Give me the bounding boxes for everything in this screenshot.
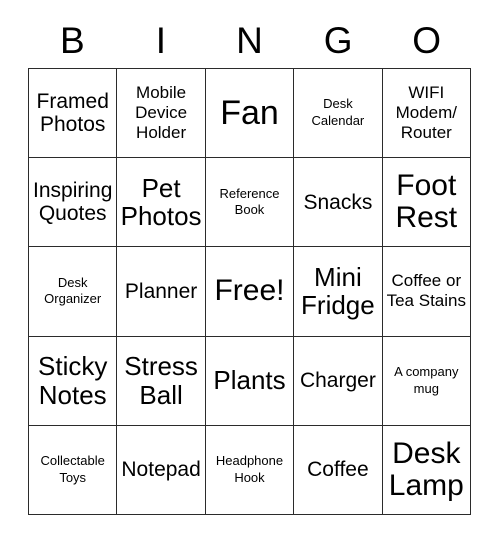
bingo-free-space-cell[interactable]: Free! bbox=[205, 247, 295, 337]
bingo-cell-label: Framed Photos bbox=[36, 89, 109, 137]
bingo-header-letter-i: I bbox=[155, 19, 167, 61]
bingo-cell[interactable]: Inspiring Quotes bbox=[29, 158, 118, 248]
bingo-cell-label: Sticky Notes bbox=[38, 351, 108, 410]
bingo-cell[interactable]: Headphone Hook bbox=[205, 425, 295, 515]
bingo-cell-label: Planner bbox=[124, 279, 198, 303]
bingo-cell[interactable]: Coffee or Tea Stains bbox=[382, 247, 471, 337]
bingo-header-row: B I N G O bbox=[28, 12, 471, 68]
bingo-cell-label: Inspiring Quotes bbox=[33, 178, 113, 226]
bingo-cell[interactable]: Snacks bbox=[294, 158, 383, 248]
bingo-cell[interactable]: Sticky Notes bbox=[29, 336, 118, 426]
bingo-cell-label: Fan bbox=[220, 94, 279, 133]
bingo-cell[interactable]: Pet Photos bbox=[117, 158, 206, 248]
bingo-cell[interactable]: Reference Book bbox=[205, 158, 295, 248]
bingo-cell-label: Coffee or Tea Stains bbox=[386, 271, 466, 311]
bingo-cell-label: Plants bbox=[213, 365, 286, 396]
bingo-cell[interactable]: Notepad bbox=[117, 425, 206, 515]
bingo-cell[interactable]: Collectable Toys bbox=[29, 425, 118, 515]
bingo-cell[interactable]: Planner bbox=[117, 247, 206, 337]
bingo-cell[interactable]: WIFI Modem/ Router bbox=[382, 69, 471, 159]
bingo-cell[interactable]: Mobile Device Holder bbox=[117, 69, 206, 159]
bingo-cell-label: Pet Photos bbox=[120, 172, 202, 232]
bingo-cell-label: Notepad bbox=[121, 458, 201, 482]
bingo-cell[interactable]: Foot Rest bbox=[382, 158, 471, 248]
bingo-cell[interactable]: A company mug bbox=[382, 336, 471, 426]
bingo-cell[interactable]: Desk Organizer bbox=[29, 247, 118, 337]
bingo-header-letter-n: N bbox=[236, 19, 263, 61]
bingo-cell-label: Mobile Device Holder bbox=[135, 83, 188, 143]
bingo-cell-label: Stress Ball bbox=[124, 351, 198, 410]
bingo-cell[interactable]: Coffee bbox=[294, 425, 383, 515]
bingo-header-letter-b: B bbox=[59, 19, 85, 61]
bingo-cell[interactable]: Framed Photos bbox=[29, 69, 118, 159]
bingo-grid: Framed Photos Mobile Device Holder Fan Desk… bbox=[28, 68, 471, 515]
bingo-header-letter-o: O bbox=[412, 19, 442, 61]
bingo-cell-label: Mini Fridge bbox=[301, 261, 375, 321]
bingo-cell-label: Charger bbox=[299, 368, 376, 392]
bingo-cell[interactable]: Mini Fridge bbox=[294, 247, 383, 337]
bingo-cell-label: Desk Lamp bbox=[388, 436, 464, 502]
bingo-cell-label: Reference Book bbox=[219, 185, 280, 218]
bingo-cell-label: A company mug bbox=[394, 364, 459, 396]
bingo-cell[interactable]: Fan bbox=[205, 69, 295, 159]
bingo-cell[interactable]: Desk Calendar bbox=[294, 69, 383, 159]
bingo-cell[interactable]: Stress Ball bbox=[117, 336, 206, 426]
bingo-cell-label: Coffee bbox=[307, 458, 369, 482]
bingo-card: B I N G O Framed Photos Mobile Device Hol… bbox=[0, 0, 500, 544]
bingo-cell-label: Desk Calendar bbox=[311, 96, 365, 129]
bingo-header-letter-g: G bbox=[323, 19, 353, 61]
bingo-cell-label: WIFI Modem/ Router bbox=[395, 83, 457, 143]
bingo-cell-label: Collectable Toys bbox=[40, 453, 105, 485]
bingo-cell-label: Desk Organizer bbox=[44, 274, 102, 307]
bingo-cell[interactable]: Charger bbox=[294, 336, 383, 426]
bingo-cell[interactable]: Plants bbox=[205, 336, 295, 426]
bingo-cell-label: Foot Rest bbox=[395, 168, 458, 235]
bingo-cell-label: Headphone Hook bbox=[215, 453, 284, 485]
bingo-cell-label: Snacks bbox=[303, 190, 373, 214]
bingo-cell-label: Free! bbox=[214, 274, 285, 308]
bingo-cell[interactable]: Desk Lamp bbox=[382, 425, 471, 515]
